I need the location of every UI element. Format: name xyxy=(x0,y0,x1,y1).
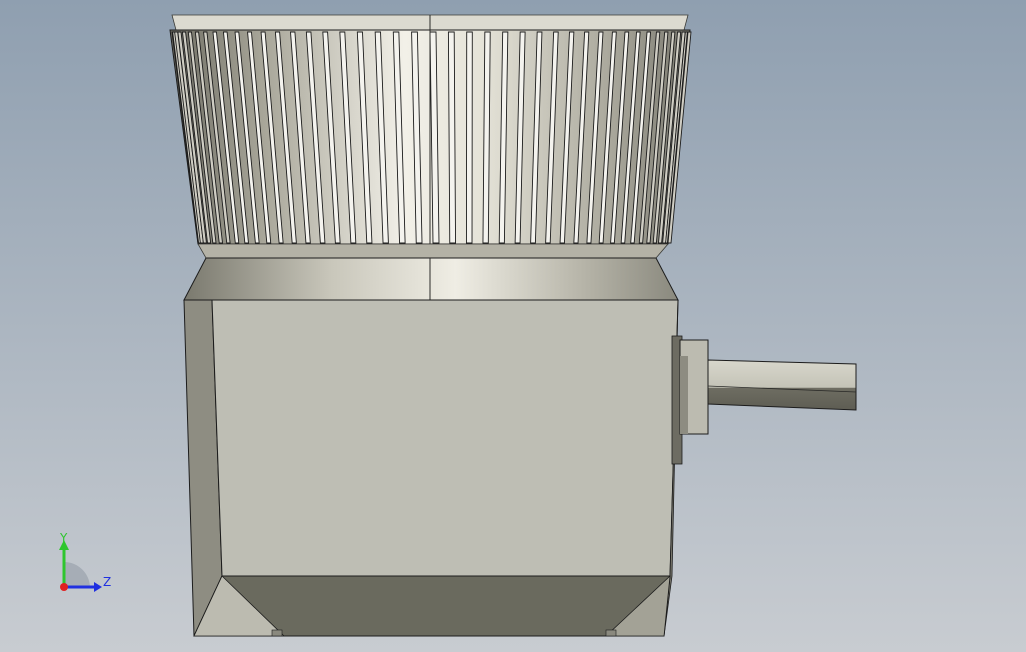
hopper-foot-left xyxy=(271,629,283,637)
side-flange-shadow xyxy=(680,356,688,434)
orientation-triad[interactable]: Y Z xyxy=(52,532,122,602)
drive-shaft xyxy=(707,359,857,411)
y-axis-label: Y xyxy=(60,531,68,545)
fin-slot xyxy=(447,31,457,244)
z-axis-label: Z xyxy=(103,575,112,589)
model-scene[interactable] xyxy=(0,0,1026,652)
fin-slot xyxy=(465,31,473,244)
body-front-face xyxy=(211,299,679,577)
hopper-foot-right xyxy=(605,629,617,637)
x-axis-point xyxy=(60,583,68,591)
z-axis-arrowhead xyxy=(94,582,102,592)
neck-band xyxy=(183,257,679,301)
fin-base-band xyxy=(197,243,669,259)
cad-viewport[interactable]: Y Z xyxy=(0,0,1026,652)
triad-xy-plane-shading xyxy=(64,562,90,587)
